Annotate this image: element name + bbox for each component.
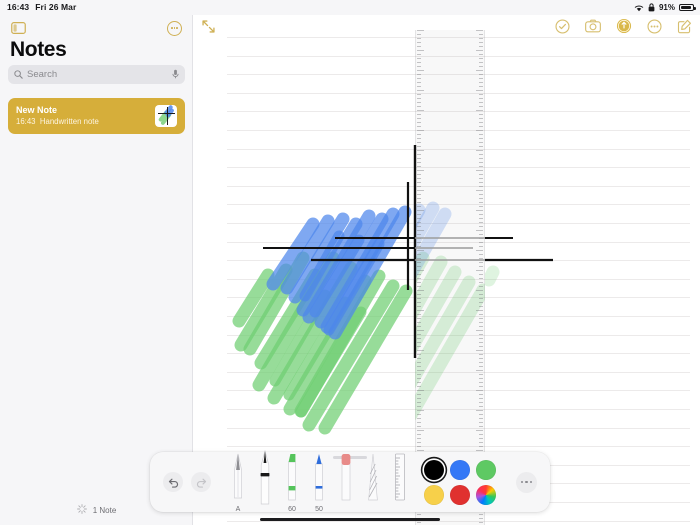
note-kind: Handwritten note xyxy=(39,116,99,126)
search-input[interactable] xyxy=(27,69,168,80)
color-swatch-color-picker[interactable] xyxy=(476,484,496,505)
color-swatch-red[interactable] xyxy=(450,484,470,505)
blue-marker-tool[interactable]: 50 xyxy=(309,454,329,513)
highlighter-tool[interactable]: 60 xyxy=(282,454,302,513)
note-card-text: New Note 16:43 Handwritten note xyxy=(16,105,155,128)
search-icon xyxy=(14,66,23,84)
microphone-icon[interactable] xyxy=(172,66,179,84)
list-item[interactable]: New Note 16:43 Handwritten note xyxy=(8,98,185,134)
pen-tool[interactable]: A xyxy=(228,453,248,513)
battery-percent: 91% xyxy=(658,2,675,12)
note-count-label: 1 Note xyxy=(92,505,117,515)
note-toolbar-actions xyxy=(555,18,692,34)
pen-tool-label: A xyxy=(235,506,241,513)
sidebar-more-button[interactable] xyxy=(167,20,182,36)
rotation-lock-icon xyxy=(648,0,655,17)
markup-share-icon[interactable] xyxy=(616,18,632,34)
wifi-icon xyxy=(634,0,644,17)
checkmark-circle-icon[interactable] xyxy=(555,18,570,34)
home-indicator xyxy=(260,517,440,521)
blue-marker-tool-label: 50 xyxy=(315,506,323,513)
sidebar: Notes New Note 16:43 Handwritten note xyxy=(0,0,193,525)
pencil-tool[interactable] xyxy=(363,453,383,512)
ruler-tool[interactable] xyxy=(390,453,410,512)
compose-icon[interactable] xyxy=(677,19,692,34)
highlighter-tool-label: 60 xyxy=(288,506,296,513)
battery-icon xyxy=(679,3,696,12)
more-circle-icon[interactable] xyxy=(647,18,662,34)
note-subtitle: 16:43 Handwritten note xyxy=(16,117,155,128)
status-bar-left: 16:43 Fri 26 Mar xyxy=(0,3,76,12)
palette-more-button[interactable] xyxy=(516,471,537,493)
sidebar-toggle-icon[interactable] xyxy=(11,22,26,34)
pencilkit-toolbar: A 60 50 xyxy=(150,450,550,513)
eraser-tool[interactable] xyxy=(336,454,356,512)
ipad-notes-app: 16:43 Fri 26 Mar 91% Notes Search New No… xyxy=(0,0,700,525)
search-field[interactable] xyxy=(8,65,185,84)
color-swatch-green[interactable] xyxy=(476,459,496,480)
note-toolbar xyxy=(193,13,700,39)
camera-icon[interactable] xyxy=(585,19,601,33)
note-title: New Note xyxy=(16,104,58,115)
undo-redo-group xyxy=(150,472,211,492)
color-swatch-black[interactable] xyxy=(424,459,444,480)
expand-arrows-icon[interactable] xyxy=(201,19,216,34)
page-title: Notes xyxy=(10,38,67,61)
redo-button[interactable] xyxy=(191,472,211,492)
marker-pen-tool[interactable] xyxy=(255,450,275,506)
color-swatch-yellow[interactable] xyxy=(424,484,444,505)
color-swatches xyxy=(424,459,496,505)
color-swatch-blue[interactable] xyxy=(450,459,470,480)
tool-row: A 60 50 xyxy=(211,450,410,513)
note-canvas[interactable] xyxy=(193,0,700,525)
note-time: 16:43 xyxy=(16,116,36,126)
status-time: 16:43 xyxy=(7,2,30,13)
status-date: Fri 26 Mar xyxy=(35,2,77,13)
new-note-icon[interactable] xyxy=(76,501,87,519)
status-bar-right: 91% xyxy=(634,0,700,17)
status-bar: 16:43 Fri 26 Mar 91% xyxy=(0,0,700,15)
note-thumbnail xyxy=(155,105,177,127)
undo-button[interactable] xyxy=(163,472,183,492)
ink-layer-pen-lines xyxy=(263,145,553,358)
